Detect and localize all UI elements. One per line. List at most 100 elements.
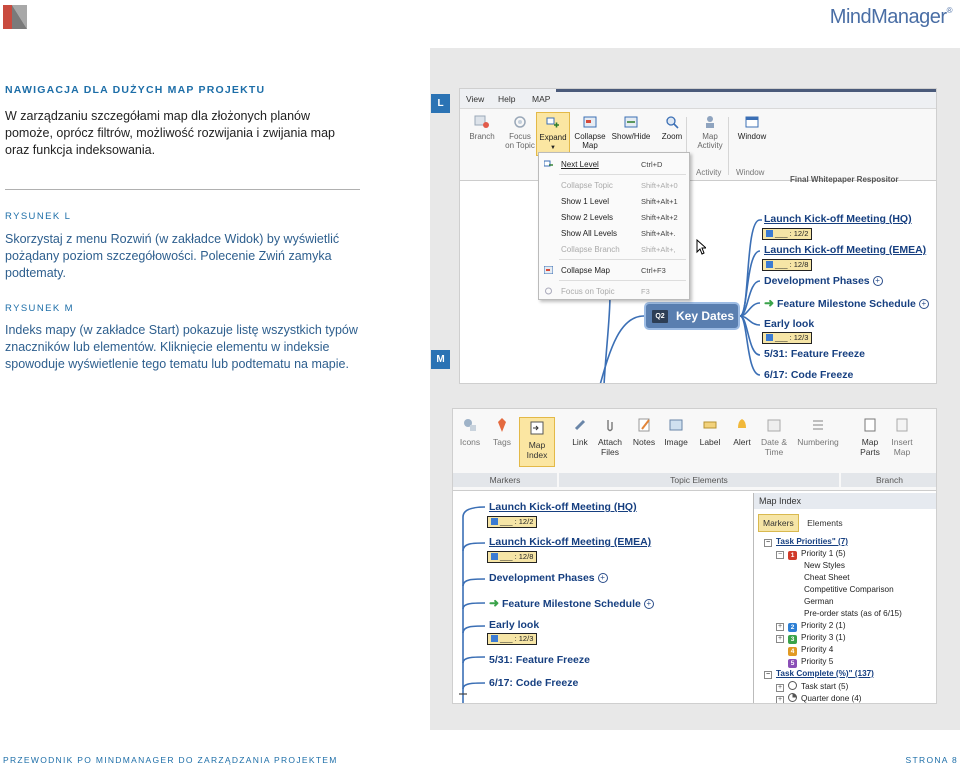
topic-feature-milestone[interactable]: ➜ Feature Milestone Schedule + [764, 296, 929, 310]
central-topic-label: Key Dates [676, 309, 735, 323]
topic-development-phases[interactable]: Development Phases + [489, 572, 608, 584]
link-label: Link [572, 437, 588, 447]
tree-leaf[interactable]: Competitive Comparison [804, 585, 894, 594]
priority-3-icon: 3 [788, 635, 797, 644]
attach-icon [607, 420, 613, 432]
menu-item-collapse-branch[interactable]: Collapse Branch Shift+Alt+, [539, 241, 689, 257]
collapse-map-icon [544, 266, 553, 274]
screenshot-m: Icons Tags Map Index Link Attach Files N… [452, 408, 937, 704]
link-button[interactable]: Link [565, 417, 595, 447]
figure-l-label: RYSUNEK L [5, 211, 72, 222]
tree-group-task-priorities[interactable]: − Task Priorities" (7) [764, 537, 848, 547]
tab-markers[interactable]: Markers [758, 514, 799, 532]
date-label: Date & Time [761, 437, 787, 457]
alert-button[interactable]: Alert [727, 417, 757, 447]
topic-launch-emea[interactable]: Launch Kick-off Meeting (EMEA) [489, 536, 651, 548]
topic-early-look[interactable]: Early look [489, 619, 539, 631]
topic-launch-hq[interactable]: Launch Kick-off Meeting (HQ) [489, 501, 637, 513]
numbering-icon [813, 420, 823, 430]
label-button[interactable]: Label [695, 417, 725, 447]
insert-map-button[interactable]: Insert Map [887, 417, 917, 457]
topic-launch-hq[interactable]: Launch Kick-off Meeting (HQ) [764, 213, 912, 225]
notes-button[interactable]: Notes [629, 417, 659, 447]
expand-toggle-icon[interactable]: + [776, 696, 784, 703]
menu-item-show-1-level[interactable]: Show 1 Level Shift+Alt+1 [539, 193, 689, 209]
tree-item-quarter-done[interactable]: + Quarter done (4) [776, 693, 862, 703]
tags-button[interactable]: Tags [487, 417, 517, 447]
topic-tag: ___ : 12/8 [762, 259, 813, 271]
expand-toggle-icon[interactable]: + [776, 623, 784, 631]
calendar-icon [766, 334, 773, 341]
image-button[interactable]: Image [661, 417, 691, 447]
tree-item-task-start[interactable]: + Task start (5) [776, 681, 848, 692]
menu-item-show-2-levels[interactable]: Show 2 Levels Shift+Alt+2 [539, 209, 689, 225]
date-time-button[interactable]: Date & Time [759, 417, 789, 457]
ribbon: Icons Tags Map Index Link Attach Files N… [453, 409, 936, 491]
menu-item-collapse-map[interactable]: Collapse Map Ctrl+F3 [539, 262, 689, 278]
topic-label: Development Phases [489, 572, 595, 584]
menu-item-show-all-levels[interactable]: Show All Levels Shift+Alt+. [539, 225, 689, 241]
topic-development-phases[interactable]: Development Phases + [764, 275, 883, 287]
menu-label: Collapse Map [561, 266, 610, 275]
icons-label: Icons [459, 437, 481, 447]
quarter-done-icon [788, 693, 797, 702]
menu-shortcut: Ctrl+F3 [641, 266, 666, 275]
topic-feature-freeze[interactable]: 5/31: Feature Freeze [764, 348, 865, 360]
link-icon [574, 419, 586, 431]
expand-toggle-icon[interactable]: + [776, 684, 784, 692]
tree-item-priority-2[interactable]: +2 Priority 2 (1) [776, 621, 846, 632]
topic-feature-milestone[interactable]: ➜ Feature Milestone Schedule + [489, 596, 654, 610]
collapse-toggle-icon[interactable]: − [776, 551, 784, 559]
expand-dropdown-menu: Next Level Ctrl+D Collapse Topic Shift+Alt… [538, 152, 690, 300]
label-label: Label [699, 437, 721, 447]
tree-item-priority-4[interactable]: 4 Priority 4 [788, 645, 833, 656]
menu-item-collapse-topic[interactable]: Collapse Topic Shift+Alt+0 [539, 177, 689, 193]
tree-label: Quarter done (4) [801, 694, 862, 703]
attach-files-button[interactable]: Attach Files [595, 417, 625, 457]
menu-shortcut: Shift+Alt+, [641, 245, 676, 254]
menu-item-focus-on-topic[interactable]: Focus on Topic F3 [539, 283, 689, 299]
topic-code-freeze[interactable]: 6/17: Code Freeze [764, 369, 853, 381]
topic-feature-freeze[interactable]: 5/31: Feature Freeze [489, 654, 590, 666]
collapse-toggle-icon[interactable]: − [764, 539, 772, 547]
tree-label: Task Priorities" (7) [776, 537, 848, 546]
tree-leaf[interactable]: German [804, 597, 834, 606]
attach-label: Attach Files [597, 437, 623, 457]
menu-label: Next Level [561, 160, 599, 169]
q2-badge: Q2 [652, 310, 668, 323]
map-index-pane: Map Index Markers Elements − Task Priorit… [753, 493, 936, 703]
topic-launch-emea[interactable]: Launch Kick-off Meeting (EMEA) [764, 244, 926, 256]
tree-item-priority-5[interactable]: 5 Priority 5 [788, 657, 833, 668]
expand-plus-icon[interactable]: + [643, 599, 654, 609]
menu-label: Show 1 Level [561, 197, 610, 206]
expand-toggle-icon[interactable]: + [776, 635, 784, 643]
label-icon [703, 421, 717, 429]
expand-plus-icon[interactable]: + [597, 573, 608, 583]
next-level-icon [544, 160, 553, 167]
expand-plus-icon[interactable]: + [918, 299, 929, 309]
tree-item-priority-3[interactable]: +3 Priority 3 (1) [776, 633, 846, 644]
tree-item-priority-1[interactable]: −1 Priority 1 (5) [776, 549, 846, 560]
map-parts-label: Map Parts [860, 437, 880, 457]
tree-group-task-complete[interactable]: − Task Complete (%)" (137) [764, 669, 874, 679]
central-topic-key-dates[interactable]: Q2 Key Dates [644, 302, 740, 330]
topic-code-freeze[interactable]: 6/17: Code Freeze [489, 677, 578, 689]
group-label-markers: Markers [453, 473, 557, 487]
tab-elements[interactable]: Elements [803, 515, 846, 531]
topic-early-look[interactable]: Early look [764, 318, 814, 330]
expand-plus-icon[interactable]: + [872, 276, 883, 286]
map-index-button[interactable]: Map Index [519, 417, 555, 467]
numbering-button[interactable]: Numbering [795, 417, 841, 447]
menu-item-next-level[interactable]: Next Level Ctrl+D [539, 156, 689, 172]
tree-leaf[interactable]: Pre-order stats (as of 6/15) [804, 609, 902, 618]
calendar-icon [766, 261, 773, 268]
tree-leaf[interactable]: New Styles [804, 561, 845, 570]
map-parts-button[interactable]: Map Parts [855, 417, 885, 457]
figure-m-label: RYSUNEK M [5, 303, 74, 314]
icons-button[interactable]: Icons [455, 417, 485, 447]
map-connectors [599, 219, 762, 383]
tree-leaf[interactable]: Cheat Sheet [804, 573, 850, 582]
section-title: NAWIGACJA DLA DUŻYCH MAP PROJEKTU [5, 84, 266, 96]
menu-label: Show All Levels [561, 229, 618, 238]
collapse-toggle-icon[interactable]: − [764, 671, 772, 679]
